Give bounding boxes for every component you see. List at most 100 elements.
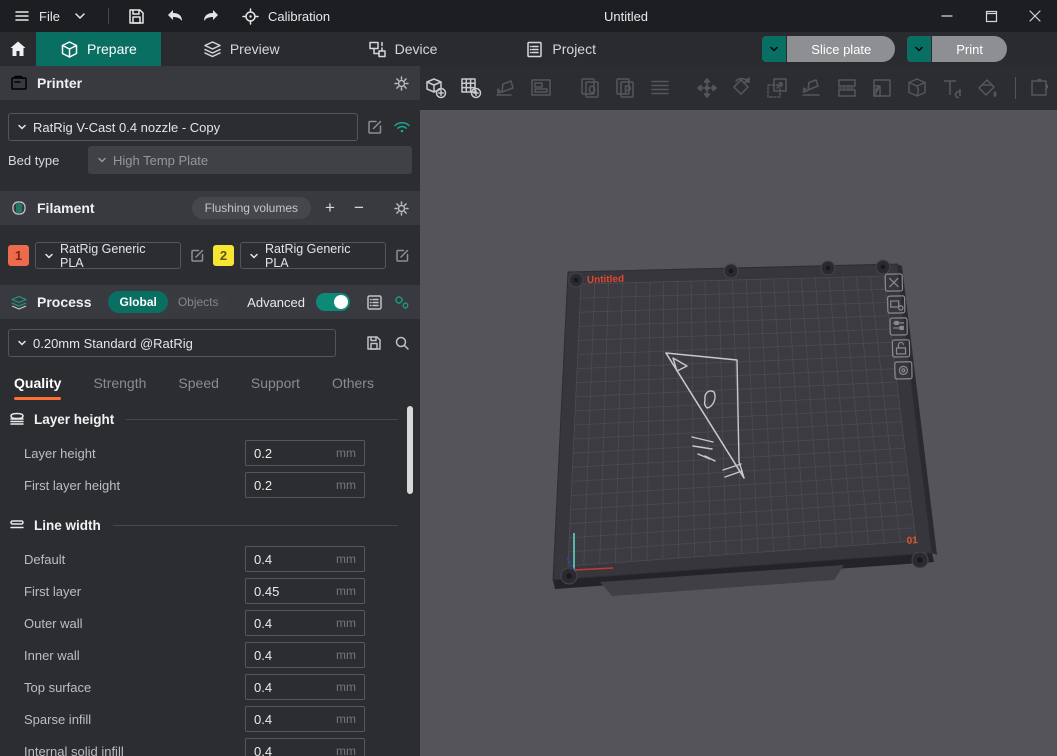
outer-wall-line-width-input[interactable]: 0.4 mm	[245, 610, 365, 636]
param-row: Layer height 0.2 mm	[0, 437, 420, 469]
copy-icon[interactable]	[577, 75, 603, 101]
printer-settings-gear-icon[interactable]	[392, 74, 410, 92]
split-objects-icon[interactable]	[647, 75, 673, 101]
tab-prepare[interactable]: Prepare	[36, 32, 161, 66]
printer-wifi-icon[interactable]	[392, 117, 412, 137]
settings-scrollbar[interactable]	[407, 406, 413, 494]
add-plate-icon[interactable]	[458, 75, 484, 101]
filament-2-badge[interactable]: 2	[213, 245, 234, 266]
print-options-chevron[interactable]	[907, 36, 931, 62]
layer-height-input[interactable]: 0.2 mm	[245, 440, 365, 466]
process-scope-toggle[interactable]: Global Objects	[108, 291, 228, 313]
tab-others[interactable]: Others	[332, 375, 374, 400]
file-menu[interactable]: File	[12, 6, 60, 26]
layer-height-section-header: Layer height	[0, 408, 420, 430]
inner-wall-line-width-input[interactable]: 0.4 mm	[245, 642, 365, 668]
arrange-icon[interactable]	[528, 75, 554, 101]
flushing-volumes-button[interactable]: Flushing volumes	[192, 197, 311, 219]
printer-edit-icon[interactable]	[365, 117, 385, 137]
param-unit: mm	[336, 712, 356, 726]
internal-solid-infill-line-width-input[interactable]: 0.4 mm	[245, 738, 365, 756]
process-section-header: Process Global Objects Advanced	[0, 285, 420, 319]
tab-project[interactable]: Project	[501, 32, 620, 66]
tab-speed[interactable]: Speed	[178, 375, 218, 400]
auto-orient-icon[interactable]	[493, 75, 519, 101]
param-value: 0.45	[254, 584, 279, 599]
text-tool-icon[interactable]	[939, 75, 965, 101]
paste-icon[interactable]	[612, 75, 638, 101]
slice-plate-split-button: Slice plate	[762, 36, 895, 62]
tab-support[interactable]: Support	[251, 375, 300, 400]
tab-quality[interactable]: Quality	[14, 375, 61, 400]
line-width-section-header: Line width	[0, 514, 420, 536]
move-icon[interactable]	[694, 75, 720, 101]
printer-preset-select[interactable]: RatRig V-Cast 0.4 nozzle - Copy	[8, 113, 358, 141]
tab-preview[interactable]: Preview	[179, 32, 304, 66]
slice-options-chevron[interactable]	[762, 36, 786, 62]
filament-2-select[interactable]: RatRig Generic PLA	[240, 242, 386, 269]
param-label: First layer height	[0, 478, 245, 493]
scope-objects[interactable]: Objects	[168, 295, 229, 309]
scope-global[interactable]: Global	[108, 291, 167, 313]
save-preset-icon[interactable]	[364, 333, 384, 353]
first-layer-height-input[interactable]: 0.2 mm	[245, 472, 365, 498]
cut-icon[interactable]	[904, 75, 930, 101]
home-button[interactable]	[0, 32, 36, 66]
param-unit: mm	[336, 680, 356, 694]
filament-section-header: Filament Flushing volumes + −	[0, 191, 420, 225]
printer-section-header: Printer	[0, 66, 420, 100]
minimize-button[interactable]	[925, 0, 969, 32]
param-unit: mm	[336, 446, 356, 460]
variable-layer-height-icon[interactable]	[869, 75, 895, 101]
param-value: 0.4	[254, 616, 272, 631]
print-button[interactable]: Print	[932, 36, 1007, 62]
slice-plate-button[interactable]: Slice plate	[787, 36, 895, 62]
filament-settings-gear-icon[interactable]	[392, 199, 410, 217]
param-unit: mm	[336, 478, 356, 492]
compare-presets-icon[interactable]	[392, 293, 410, 311]
filament-1-edit-icon[interactable]	[187, 246, 207, 266]
first-layer-line-width-input[interactable]: 0.45 mm	[245, 578, 365, 604]
filament-1-select[interactable]: RatRig Generic PLA	[35, 242, 181, 269]
sparse-infill-line-width-input[interactable]: 0.4 mm	[245, 706, 365, 732]
paint-tool-icon[interactable]	[974, 75, 1000, 101]
undo-icon[interactable]	[165, 6, 185, 26]
advanced-toggle[interactable]	[316, 293, 350, 311]
add-model-icon[interactable]	[423, 75, 449, 101]
plate-print-area[interactable]	[568, 276, 916, 566]
assembly-view-icon[interactable]	[1028, 75, 1054, 101]
remove-filament-button[interactable]: −	[349, 198, 369, 218]
calibration-menu[interactable]: Calibration	[241, 6, 330, 26]
close-button[interactable]	[1013, 0, 1057, 32]
param-unit: mm	[336, 552, 356, 566]
rotate-icon[interactable]	[729, 75, 755, 101]
top-surface-line-width-input[interactable]: 0.4 mm	[245, 674, 365, 700]
redo-icon[interactable]	[201, 6, 221, 26]
scene-3d[interactable]: Untitled 01	[420, 110, 1057, 756]
add-filament-button[interactable]: +	[320, 198, 340, 218]
viewport: Untitled 01	[420, 66, 1057, 756]
bed-type-select[interactable]: High Temp Plate	[88, 146, 412, 174]
filament-2-value: RatRig Generic PLA	[265, 242, 377, 270]
process-preset-select[interactable]: 0.20mm Standard @RatRig	[8, 329, 336, 357]
default-line-width-input[interactable]: 0.4 mm	[245, 546, 365, 572]
tab-strength[interactable]: Strength	[93, 375, 146, 400]
scale-icon[interactable]	[764, 75, 790, 101]
tab-device[interactable]: Device	[344, 32, 462, 66]
filament-1-badge[interactable]: 1	[8, 245, 29, 266]
main-tab-bar: Prepare Preview Device Project Slice pla…	[0, 32, 1057, 66]
save-icon[interactable]	[127, 6, 147, 26]
param-row: Sparse infill 0.4 mm	[0, 703, 420, 735]
file-chevron-icon[interactable]	[70, 6, 90, 26]
printer-icon	[10, 74, 28, 92]
settings-panel: Layer height Layer height 0.2 mm First l…	[0, 400, 420, 756]
search-settings-icon[interactable]	[392, 333, 412, 353]
split-plate-icon[interactable]	[834, 75, 860, 101]
advanced-label: Advanced	[247, 295, 305, 310]
param-value: 0.4	[254, 648, 272, 663]
filament-2-edit-icon[interactable]	[392, 246, 412, 266]
parameter-table-icon[interactable]	[365, 293, 383, 311]
filament-slot-1: 1 RatRig Generic PLA	[8, 242, 207, 269]
maximize-button[interactable]	[969, 0, 1013, 32]
place-on-face-icon[interactable]	[799, 75, 825, 101]
